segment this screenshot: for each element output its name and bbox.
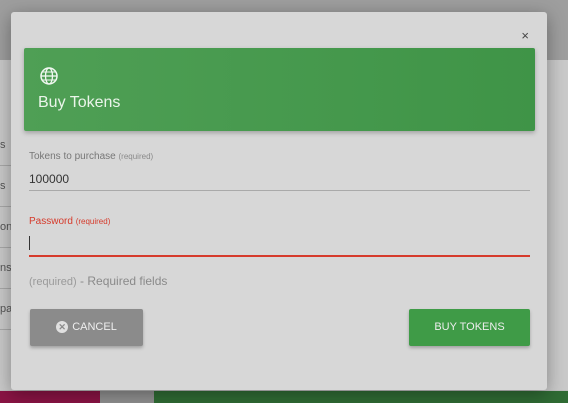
- close-button[interactable]: ×: [521, 28, 529, 44]
- text-cursor: [29, 235, 30, 250]
- background-bottom-green-block: [154, 391, 568, 403]
- required-fields-note: (required) - Required fields: [29, 274, 167, 288]
- tokens-input[interactable]: 100000: [29, 168, 530, 191]
- password-required-tag: (required): [75, 217, 111, 226]
- password-input[interactable]: [29, 231, 530, 257]
- password-label-text: Password: [29, 216, 73, 227]
- background-bottom-red-block: [0, 391, 100, 403]
- required-note-text: - Required fields: [76, 274, 168, 288]
- globe-icon: [39, 66, 59, 86]
- tokens-label-text: Tokens to purchase: [29, 151, 116, 162]
- buy-tokens-button-label: BUY TOKENS: [434, 321, 505, 333]
- x-circle-icon: ✕: [56, 321, 69, 334]
- cancel-button[interactable]: ✕ CANCEL: [30, 309, 143, 346]
- tokens-required-tag: (required): [118, 152, 154, 161]
- dialog-title: Buy Tokens: [38, 94, 121, 111]
- cancel-button-label: CANCEL: [72, 321, 117, 333]
- buy-tokens-dialog: × Buy Tokens Tokens to purchase (require…: [11, 12, 547, 390]
- password-label: Password (required): [29, 216, 530, 227]
- background-bottom-gray-block: [100, 391, 154, 403]
- tokens-label: Tokens to purchase (required): [29, 151, 530, 162]
- dialog-header: Buy Tokens: [24, 48, 535, 131]
- buy-tokens-button[interactable]: BUY TOKENS: [409, 309, 530, 346]
- required-note-tag: (required): [29, 276, 77, 288]
- password-field: Password (required): [29, 216, 530, 257]
- tokens-field: Tokens to purchase (required) 100000: [29, 151, 530, 191]
